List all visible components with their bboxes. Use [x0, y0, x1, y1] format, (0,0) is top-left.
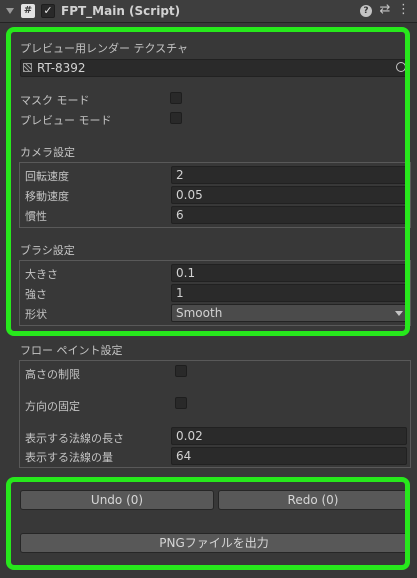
normal-count-input[interactable]: 64 [171, 447, 407, 465]
normal-length-input[interactable]: 0.02 [171, 427, 407, 445]
direction-lock-label: 方向の固定 [25, 400, 80, 413]
foldout-arrow-icon[interactable] [6, 8, 14, 14]
normal-length-label: 表示する法線の長さ [25, 432, 124, 445]
height-limit-label: 高さの制限 [25, 368, 80, 381]
script-icon: # [21, 4, 35, 18]
component-title: FPT_Main (Script) [61, 4, 181, 18]
height-limit-checkbox[interactable] [175, 365, 187, 377]
flow-section-title: フロー ペイント設定 [20, 344, 123, 357]
presets-icon[interactable]: ⇄ [378, 3, 392, 17]
highlight-settings-region [6, 27, 410, 336]
direction-lock-checkbox[interactable] [175, 397, 187, 409]
help-icon[interactable]: ? [360, 5, 372, 17]
context-menu-icon[interactable]: ⋮ [397, 3, 410, 17]
normal-count-label: 表示する法線の量 [25, 451, 113, 464]
highlight-buttons-region [6, 477, 410, 570]
enabled-checkbox[interactable]: ✓ [41, 4, 55, 18]
